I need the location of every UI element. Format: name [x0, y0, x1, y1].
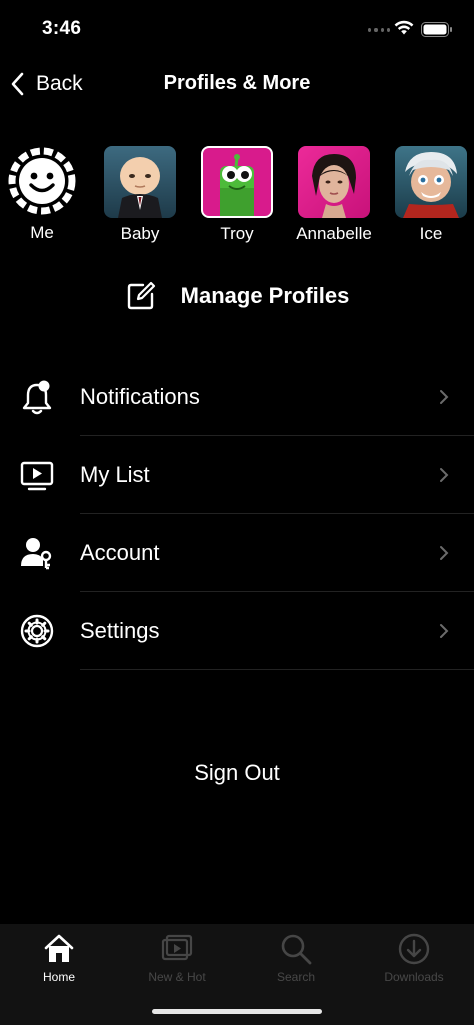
chevron-right-icon: [440, 390, 449, 404]
new-hot-icon: [161, 934, 193, 961]
chevron-right-icon: [440, 624, 449, 638]
settings-menu: Notifications My List Account Settings: [0, 358, 474, 670]
page-title: Profiles & More: [163, 72, 311, 94]
profile-me[interactable]: Me: [0, 146, 85, 243]
wifi-icon: [394, 20, 414, 35]
search-icon: [281, 934, 312, 965]
status-bar: 3:46: [0, 0, 474, 56]
profile-name: Baby: [120, 224, 160, 243]
menu-item-label: Account: [80, 540, 160, 565]
menu-item-label: My List: [80, 462, 150, 487]
divider: [80, 669, 474, 670]
menu-item-settings[interactable]: Settings: [0, 592, 474, 670]
smiley-avatar-icon: [8, 147, 76, 215]
sign-out-button[interactable]: Sign Out: [0, 760, 474, 786]
profile-name: Annabelle: [296, 224, 372, 243]
manage-profiles-button[interactable]: Manage Profiles: [0, 276, 474, 316]
profile-name: Troy: [220, 224, 254, 243]
profile-baby[interactable]: Baby: [97, 146, 183, 244]
account-key-icon: [21, 538, 52, 570]
avatar: [395, 146, 467, 218]
profile-annabelle[interactable]: Annabelle: [291, 146, 377, 244]
avatar: [201, 146, 273, 218]
menu-item-account[interactable]: Account: [0, 514, 474, 592]
status-time: 3:46: [42, 18, 82, 39]
profile-ice[interactable]: Ice: [388, 146, 474, 244]
menu-item-notifications[interactable]: Notifications: [0, 358, 474, 436]
tab-new-hot[interactable]: New & Hot: [118, 932, 236, 984]
profile-troy[interactable]: Troy: [194, 146, 280, 244]
chevron-right-icon: [440, 546, 449, 560]
menu-item-label: Settings: [80, 618, 160, 643]
menu-item-label: Notifications: [80, 384, 200, 409]
tab-label: Home: [42, 970, 75, 984]
battery-icon: [421, 22, 452, 37]
avatar: [298, 146, 370, 218]
menu-item-my-list[interactable]: My List: [0, 436, 474, 514]
tab-label: Search: [276, 970, 316, 984]
gear-icon: [20, 614, 54, 648]
chevron-right-icon: [440, 468, 449, 482]
manage-profiles-label: Manage Profiles: [180, 283, 350, 308]
tab-search[interactable]: Search: [237, 932, 355, 984]
tab-downloads[interactable]: Downloads: [355, 932, 473, 984]
play-screen-icon: [20, 461, 54, 491]
tab-home[interactable]: Home: [0, 932, 118, 984]
home-indicator[interactable]: [152, 1009, 322, 1014]
tab-label: New & Hot: [148, 970, 206, 984]
tab-label: Downloads: [384, 970, 444, 984]
nav-bar: Back Profiles & More: [0, 60, 474, 108]
bell-icon: [22, 380, 52, 415]
download-icon: [398, 933, 430, 965]
profile-name: Ice: [419, 224, 443, 243]
edit-icon: [127, 281, 155, 310]
signal-icon: [368, 28, 390, 34]
profile-name: Me: [30, 223, 54, 242]
avatar: [104, 146, 176, 218]
profile-list: Me Baby Troy Annabelle Ice: [0, 146, 474, 246]
home-icon: [44, 934, 74, 962]
